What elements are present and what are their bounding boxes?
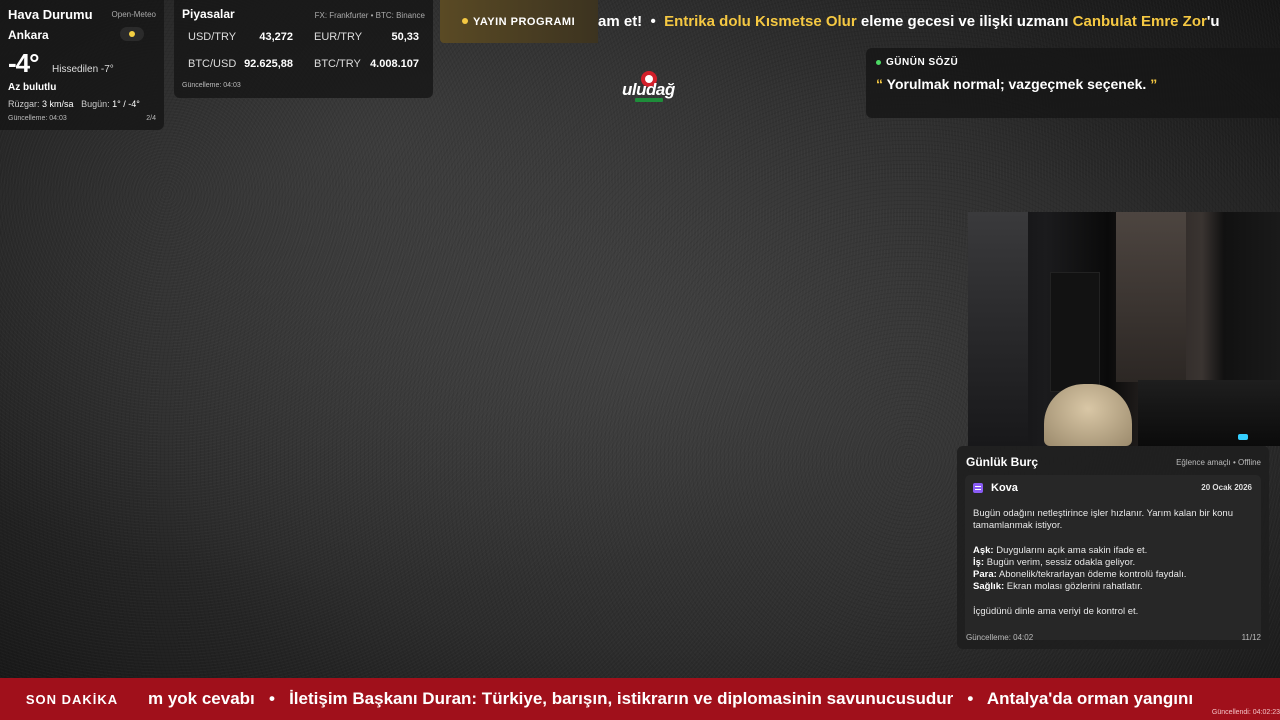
sponsor-logo: uludağ: [620, 70, 680, 106]
work-label: İş:: [973, 556, 985, 568]
weather-details: Rüzgar: 3 km/sa Bugün: 1° / -4°: [8, 99, 140, 109]
webcam-shelf: [1050, 272, 1100, 392]
horoscope-mode: Eğlence amaçlı • Offline: [1176, 458, 1261, 467]
horoscope-intro: Bugün odağını netleştirince işler hızlan…: [973, 508, 1233, 532]
breaking-news-bar: m yok cevabı • İletişim Başkanı Duran: T…: [0, 678, 1280, 720]
partly-cloudy-icon: [120, 27, 144, 41]
horoscope-love: Aşk: Duygularını açık ama sakin ifade et…: [973, 545, 1253, 557]
market-value: 92.625,88: [244, 58, 293, 70]
horoscope-health: Sağlık: Ekran molası gözlerini rahatlatı…: [973, 581, 1253, 593]
webcam-light: [1238, 434, 1248, 440]
breaking-item: m yok cevabı: [148, 689, 255, 708]
weather-feels-like: Hissedilen -7°: [52, 64, 114, 75]
webcam-chair: [1044, 384, 1132, 446]
schedule-label: YAYIN PROGRAMI: [473, 15, 576, 28]
breaking-separator: •: [268, 689, 275, 708]
daily-horoscope-widget: Günlük Burç Eğlence amaçlı • Offline Kov…: [957, 446, 1269, 649]
ticker-text: am et!: [598, 13, 643, 30]
health-label: Sağlık:: [973, 581, 1005, 593]
horoscope-body: Bugün odağını netleştirince işler hızlan…: [973, 508, 1253, 618]
health-text: Ekran molası gözlerini rahatlatır.: [1006, 581, 1143, 593]
today-value: 1° / -4°: [112, 99, 140, 109]
horoscope-card: Kova 20 Ocak 2026 Bugün odağını netleşti…: [965, 475, 1261, 640]
wind-label: Rüzgar:: [8, 99, 40, 109]
weather-condition: Az bulutlu: [8, 82, 57, 93]
weather-widget: Hava Durumu Open-Meteo Ankara -4° Hissed…: [0, 0, 164, 130]
horoscope-advice: İçgüdünü dinle ama veriyi de kontrol et.: [973, 605, 1139, 617]
market-value: 43,272: [259, 31, 293, 43]
ticker-separator: •: [650, 13, 656, 30]
horoscope-money: Para: Abonelik/tekrarlayan ödeme kontrol…: [973, 569, 1253, 581]
weather-updated: Güncelleme: 04:03: [8, 115, 67, 122]
ticker-text: eleme gecesi ve ilişki uzmanı: [860, 13, 1069, 30]
markets-updated: Güncelleme: 04:03: [182, 82, 241, 89]
breaking-news-label: SON DAKİKA: [0, 678, 144, 720]
weather-source: Open-Meteo: [111, 10, 156, 19]
ticker-highlight: Entrika dolu Kısmetse Olur: [664, 13, 857, 30]
quote-text-line: “ Yorulmak normal; vazgeçmek seçenek. ”: [876, 76, 1270, 92]
horoscope-work: İş: Bugün verim, sessiz odakla geliyor.: [973, 557, 1253, 569]
horoscope-updated: Güncelleme: 04:02: [966, 633, 1034, 642]
work-text: Bugün verim, sessiz odakla geliyor.: [986, 556, 1136, 568]
breaking-updated-stamp: Güncellendi: 04:02:23: [1207, 709, 1280, 716]
ticker-text: 'u: [1206, 13, 1220, 30]
logo-subtitle-band: [635, 98, 663, 102]
weather-page-indicator: 2/4: [146, 115, 156, 122]
markets-source: FX: Frankfurter • BTC: Binance: [314, 11, 425, 20]
weather-city: Ankara: [8, 28, 49, 42]
love-label: Aşk:: [973, 544, 994, 556]
breaking-item: Antalya'da orman yangını: [986, 689, 1194, 708]
breaking-separator: •: [967, 689, 974, 708]
quote-close-mark: ”: [1150, 76, 1158, 92]
ticker-highlight: Canbulat Emre Zor: [1072, 13, 1207, 30]
live-dot-icon: [876, 60, 881, 65]
webcam-window: [968, 212, 1028, 446]
breaking-item: İletişim Başkanı Duran: Türkiye, barışın…: [289, 689, 954, 708]
money-text: Abonelik/tekrarlayan ödeme kontrolü fayd…: [998, 569, 1187, 581]
webcam-wall: [1116, 212, 1186, 382]
quote-header-label: GÜNÜN SÖZÜ: [886, 57, 959, 68]
horoscope-sign-name: Kova: [991, 482, 1018, 494]
logo-word: uludağ: [622, 80, 675, 99]
money-label: Para:: [973, 569, 997, 581]
breaking-news-ticker: m yok cevabı • İletişim Başkanı Duran: T…: [148, 678, 1280, 720]
broadcast-schedule-button[interactable]: YAYIN PROGRAMI: [440, 0, 598, 43]
today-label: Bugün:: [81, 99, 110, 109]
horoscope-date: 20 Ocak 2026: [1201, 483, 1252, 492]
webcam-desk: [1138, 380, 1280, 446]
aquarius-icon: [973, 483, 983, 493]
top-news-ticker: am et! • Entrika dolu Kısmetse Olur elem…: [598, 0, 1280, 43]
quote-header: GÜNÜN SÖZÜ: [876, 57, 1270, 68]
love-text: Duygularını açık ama sakin ifade et.: [996, 544, 1148, 556]
quote-of-the-day: GÜNÜN SÖZÜ “ Yorulmak normal; vazgeçmek …: [866, 48, 1280, 118]
schedule-dot-icon: [462, 18, 468, 24]
markets-widget: Piyasalar FX: Frankfurter • BTC: Binance…: [174, 0, 433, 98]
weather-temperature: -4°: [8, 48, 40, 78]
market-value: 50,33: [391, 31, 419, 43]
quote-open-mark: “: [876, 76, 883, 92]
wind-value: 3 km/sa: [42, 99, 74, 109]
horoscope-page-indicator: 11/12: [1241, 633, 1261, 642]
webcam-feed: [968, 212, 1280, 446]
quote-text: Yorulmak normal; vazgeçmek seçenek.: [886, 76, 1147, 92]
market-value: 4.008.107: [370, 58, 419, 70]
